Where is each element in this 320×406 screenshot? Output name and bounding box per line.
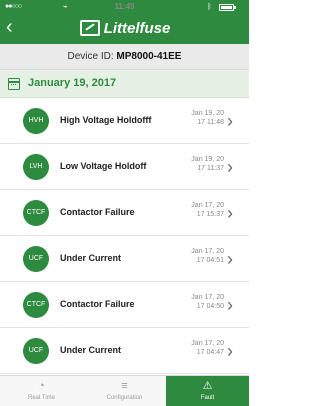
- tab-fault[interactable]: ⚠ Fault: [166, 376, 249, 406]
- fault-code-badge: UCF: [23, 246, 49, 272]
- date-header[interactable]: January 19, 2017: [0, 70, 249, 98]
- tab-label: Configuration: [106, 395, 143, 401]
- fault-time: Jan 17, 2017 04:50: [191, 294, 224, 310]
- fault-code-badge: HVH: [23, 108, 49, 134]
- gauge-icon: ◔: [38, 380, 45, 392]
- device-id-label: Device ID:: [67, 51, 114, 62]
- chevron-right-icon: ›: [227, 295, 233, 315]
- fault-time: Jan 19, 2017 11:48: [191, 110, 224, 126]
- fault-title: Low Voltage Holdoff: [60, 161, 147, 171]
- tab-configuration[interactable]: ≡ Configuration: [83, 376, 166, 406]
- logo-mark-icon: [79, 20, 100, 36]
- app-header: ●●○○○ ⌁ 11:49 ᛒ ‹ Littelfuse: [0, 0, 249, 44]
- date-label: January 19, 2017: [28, 77, 117, 89]
- fault-code-badge: CTCF: [23, 200, 49, 226]
- fault-title: Under Current: [60, 253, 122, 263]
- fault-time: Jan 19, 2017 11:37: [191, 156, 224, 172]
- device-id-bar: Device ID: MP8000-41EE: [0, 44, 249, 70]
- fault-code-badge: UCF: [23, 338, 49, 364]
- chevron-right-icon: ›: [227, 157, 233, 177]
- calendar-icon: [8, 78, 20, 90]
- fault-title: Contactor Failure: [60, 207, 135, 217]
- fault-row[interactable]: UCF Under Current Jan 17, 2017 04:47 ›: [0, 328, 249, 374]
- fault-title: High Voltage Holdofff: [60, 115, 152, 125]
- fault-code-badge: LVH: [23, 154, 49, 180]
- bluetooth-icon: ᛒ: [207, 2, 212, 11]
- sliders-icon: ≡: [121, 380, 128, 392]
- bottom-tab-bar: ◔ Real Time ≡ Configuration ⚠ Fault: [0, 375, 249, 406]
- fault-title: Contactor Failure: [60, 299, 135, 309]
- fault-list: HVH High Voltage Holdofff Jan 19, 2017 1…: [0, 98, 249, 374]
- fault-time: Jan 17, 2017 04:47: [191, 340, 224, 356]
- fault-time: Jan 17, 2017 04:51: [191, 248, 224, 264]
- tab-label: Real Time: [27, 395, 55, 401]
- brand-logo: Littelfuse: [60, 17, 190, 39]
- device-id-value: MP8000-41EE: [116, 51, 182, 62]
- fault-time: Jan 17, 2017 15:37: [191, 202, 224, 218]
- brand-name: Littelfuse: [103, 19, 171, 37]
- fault-row[interactable]: LVH Low Voltage Holdoff Jan 19, 2017 11:…: [0, 144, 249, 190]
- back-button[interactable]: ‹: [6, 15, 26, 39]
- battery-icon: [219, 4, 236, 11]
- chevron-right-icon: ›: [227, 341, 233, 361]
- fault-row[interactable]: HVH High Voltage Holdofff Jan 19, 2017 1…: [0, 98, 249, 144]
- fault-code-badge: CTCF: [23, 292, 49, 318]
- fault-icon: ⚠: [202, 380, 213, 392]
- fault-row[interactable]: UCF Under Current Jan 17, 2017 04:51 ›: [0, 236, 249, 282]
- fault-row[interactable]: CTCF Contactor Failure Jan 17, 2017 15:3…: [0, 190, 249, 236]
- tab-label: Fault: [200, 395, 215, 401]
- status-bar: ●●○○○ ⌁ 11:49 ᛒ: [0, 0, 249, 14]
- fault-title: Under Current: [60, 345, 122, 355]
- fault-row[interactable]: CTCF Contactor Failure Jan 17, 2017 04:5…: [0, 282, 249, 328]
- chevron-right-icon: ›: [227, 249, 233, 269]
- chevron-right-icon: ›: [227, 203, 233, 223]
- tab-real-time[interactable]: ◔ Real Time: [0, 376, 83, 406]
- chevron-right-icon: ›: [227, 111, 233, 131]
